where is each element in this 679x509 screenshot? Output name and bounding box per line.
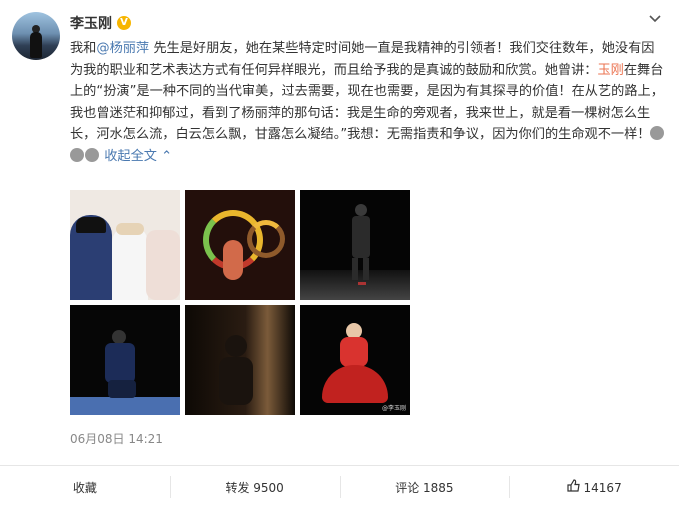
author-avatar[interactable]: [12, 12, 60, 60]
photo-thumbnail[interactable]: [300, 190, 410, 300]
post-text-part: 我和: [70, 41, 97, 56]
post-timestamp[interactable]: 06月08日 14:21: [70, 430, 163, 447]
photo-thumbnail[interactable]: @李玉刚: [300, 305, 410, 415]
verified-badge-icon: V: [117, 16, 131, 30]
post-text-part: 先生是好朋友，她在某些特定时间她一直是我精神的引领者！我们交往数年，她没有因为我…: [70, 41, 655, 78]
mention-link[interactable]: @杨丽萍: [96, 41, 149, 56]
author-row: 李玉刚 V: [70, 13, 131, 33]
highlight-link[interactable]: 玉刚: [598, 63, 624, 78]
favorite-label: 收藏: [72, 481, 97, 495]
bow-emoji-icon: [70, 147, 84, 162]
photo-thumbnail[interactable]: [185, 305, 295, 415]
photo-thumbnail[interactable]: [70, 190, 180, 300]
action-bar: 收藏 转发 9500 评论 1885 14167: [0, 465, 679, 509]
collapse-label: 收起全文: [104, 148, 157, 164]
avatar-figure-body: [30, 32, 42, 58]
comment-label: 评论 1885: [395, 481, 454, 495]
post-text: 我和@杨丽萍 先生是好朋友，她在某些特定时间她一直是我精神的引领者！我们交往数年…: [70, 38, 666, 167]
like-button[interactable]: 14167: [509, 466, 679, 509]
image-watermark: @李玉刚: [381, 405, 406, 412]
bow-emoji-icon: [650, 126, 665, 140]
collapse-chevron-icon: ⌃: [161, 148, 173, 164]
favorite-button[interactable]: 收藏: [0, 466, 170, 509]
thumbs-up-icon: [566, 479, 580, 496]
comment-button[interactable]: 评论 1885: [339, 466, 510, 509]
weibo-post-card: 李玉刚 V 我和@杨丽萍 先生是好朋友，她在某些特定时间她一直是我精神的引领者！…: [0, 0, 679, 509]
photo-thumbnail[interactable]: [70, 305, 180, 415]
bow-emoji-icon: [85, 147, 99, 162]
like-count: 14167: [583, 480, 622, 495]
repost-label: 转发 9500: [225, 481, 284, 495]
chevron-down-icon[interactable]: [647, 12, 663, 28]
author-name[interactable]: 李玉刚: [70, 13, 112, 33]
photo-thumbnail[interactable]: [185, 190, 295, 300]
collapse-link[interactable]: 收起全文 ⌃: [104, 149, 172, 164]
repost-button[interactable]: 转发 9500: [169, 466, 340, 509]
